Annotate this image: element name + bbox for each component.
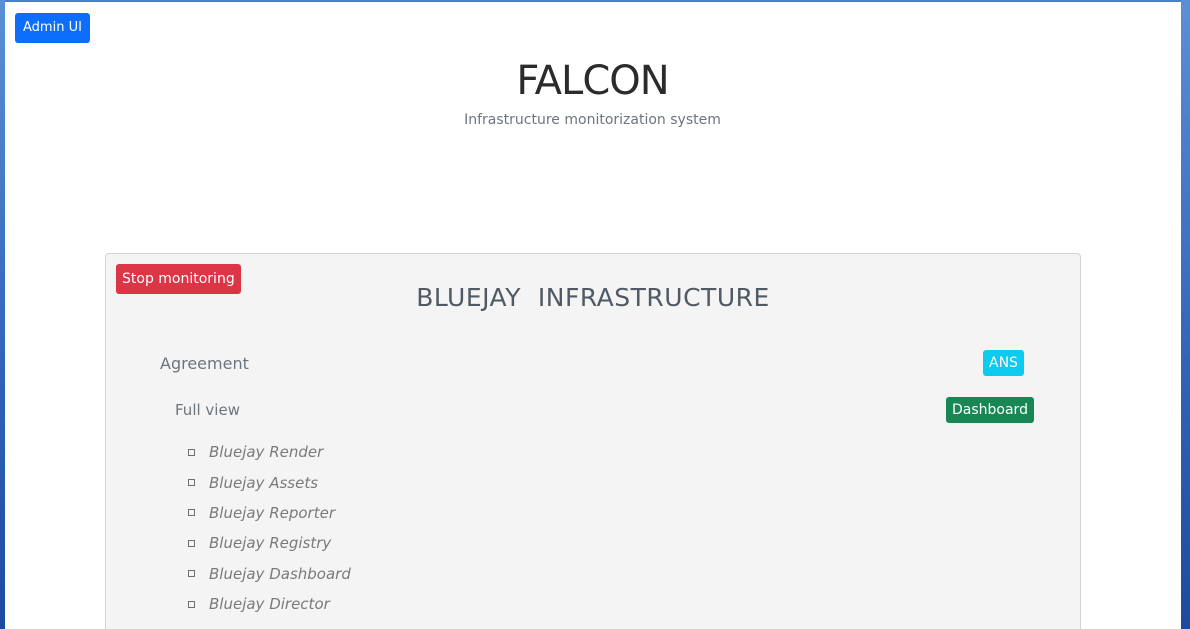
square-bullet-icon [188,509,195,517]
square-bullet-icon [188,539,195,547]
page-title: FALCON [516,58,669,104]
square-bullet-icon [188,570,195,578]
service-item-registry: Bluejay Registry [188,528,351,558]
window-frame-top [0,0,1190,2]
service-item-reporter: Bluejay Reporter [188,498,351,528]
square-bullet-icon [188,600,195,608]
service-item-render: Bluejay Render [188,437,351,467]
agreement-label: Agreement [160,354,249,373]
service-item-assets: Bluejay Assets [188,467,351,497]
service-item-director: Bluejay Director [188,589,351,619]
infrastructure-card: Stop monitoring BLUEJAY INFRASTRUCTURE A… [105,253,1081,629]
admin-ui-button[interactable]: Admin UI [15,13,90,43]
service-name: Bluejay Director [209,595,330,614]
service-name: Bluejay Dashboard [209,564,351,583]
service-name: Bluejay Assets [209,473,319,492]
service-name: Bluejay Reporter [209,503,335,522]
full-view-label: Full view [175,401,240,419]
service-name: Bluejay Registry [209,534,332,553]
service-item-dashboard: Bluejay Dashboard [188,559,351,589]
square-bullet-icon [188,479,195,487]
service-list: Bluejay Render Bluejay Assets Bluejay Re… [188,437,351,619]
dashboard-button[interactable]: Dashboard [946,397,1034,423]
ans-badge[interactable]: ANS [983,350,1024,376]
square-bullet-icon [188,448,195,456]
page-subtitle: Infrastructure monitorization system [464,112,721,128]
infrastructure-title: BLUEJAY INFRASTRUCTURE [416,283,770,312]
service-name: Bluejay Render [209,443,324,462]
